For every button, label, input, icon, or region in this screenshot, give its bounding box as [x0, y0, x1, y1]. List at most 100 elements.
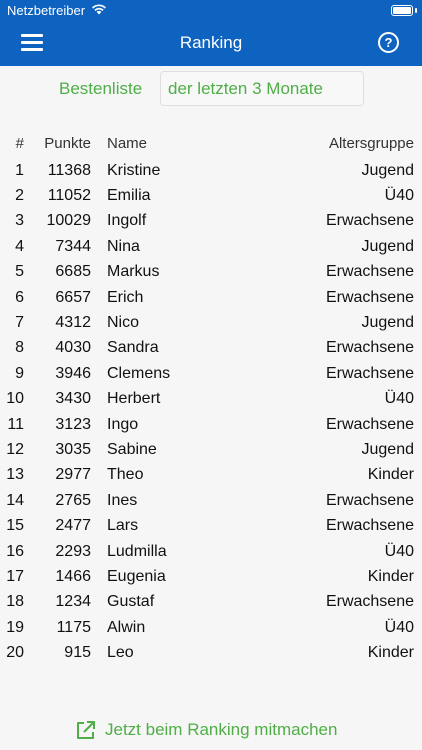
rank-cell: 3 [15, 212, 24, 230]
rank-cell: 16 [6, 542, 24, 560]
age-group-cell: Erwachsene [325, 212, 414, 230]
table-row: 6 6657 Erich Erwachsene [0, 285, 422, 310]
name-cell: Alwin [107, 618, 146, 636]
points-cell: 6685 [55, 263, 91, 281]
name-cell: Ingo [107, 415, 139, 433]
battery-cap [415, 8, 417, 13]
name-cell: Sandra [107, 339, 159, 357]
name-cell: Leo [107, 644, 134, 662]
period-selector[interactable]: der letzten 3 Monate [160, 71, 364, 106]
name-cell: Emilia [107, 187, 151, 205]
rank-cell: 15 [6, 517, 24, 535]
name-cell: Kristine [107, 161, 161, 179]
name-cell: Sabine [107, 440, 157, 458]
name-cell: Herbert [107, 390, 161, 408]
points-cell: 11052 [47, 187, 91, 205]
join-ranking-label: Jetzt beim Ranking mitmachen [105, 720, 338, 739]
name-cell: Clemens [107, 364, 171, 382]
rank-cell: 7 [15, 314, 24, 332]
points-cell: 7344 [55, 237, 91, 255]
age-group-cell: Jugend [361, 314, 415, 332]
points-cell: 1466 [55, 567, 91, 585]
points-cell: 1234 [55, 593, 91, 611]
name-cell: Markus [107, 263, 160, 281]
help-button[interactable]: ? [378, 32, 399, 53]
points-cell: 2477 [55, 517, 91, 535]
rank-cell: 11 [7, 415, 24, 433]
points-cell: 2765 [55, 491, 91, 509]
age-group-cell: Ü40 [384, 390, 414, 408]
age-group-cell: Kinder [367, 644, 414, 662]
rank-cell: 10 [6, 390, 24, 408]
age-group-cell: Erwachsene [325, 339, 414, 357]
page-title: Ranking [179, 33, 243, 52]
name-cell: Theo [107, 466, 144, 484]
age-group-cell: Erwachsene [325, 263, 414, 281]
table-row: 9 3946 Clemens Erwachsene [0, 361, 422, 386]
carrier-name: Netzbetreiber [7, 3, 86, 18]
join-ranking-link[interactable]: Jetzt beim Ranking mitmachen [75, 718, 337, 742]
rank-cell: 14 [6, 491, 24, 509]
rank-cell: 2 [15, 187, 24, 205]
table-row: 7 4312 Nico Jugend [0, 310, 422, 335]
age-group-cell: Erwachsene [325, 491, 414, 509]
table-row: 4 7344 Nina Jugend [0, 234, 422, 259]
table-row: 19 1175 Alwin Ü40 [0, 615, 422, 640]
rank-cell: 20 [6, 644, 24, 662]
age-group-cell: Erwachsene [325, 593, 414, 611]
rank-cell: 4 [15, 237, 24, 255]
rank-cell: 6 [15, 288, 24, 306]
name-cell: Nico [107, 314, 140, 332]
age-group-cell: Erwachsene [325, 288, 414, 306]
points-cell: 2293 [55, 542, 91, 560]
points-cell: 6657 [55, 288, 91, 306]
rank-cell: 12 [6, 440, 24, 458]
age-group-cell: Ü40 [384, 542, 414, 560]
points-cell: 4030 [55, 339, 91, 357]
points-cell: 3035 [55, 440, 91, 458]
name-cell: Lars [107, 517, 139, 535]
table-row: 10 3430 Herbert Ü40 [0, 387, 422, 412]
points-cell: 915 [64, 644, 91, 662]
navigation-bar: Ranking ? [0, 20, 422, 66]
table-row: 14 2765 Ines Erwachsene [0, 488, 422, 513]
header-rank: # [15, 134, 24, 152]
status-bar: Netzbetreiber [0, 0, 422, 20]
table-row: 8 4030 Sandra Erwachsene [0, 336, 422, 361]
rank-cell: 1 [15, 161, 24, 179]
table-row: 12 3035 Sabine Jugend [0, 437, 422, 462]
age-group-cell: Kinder [367, 466, 414, 484]
age-group-cell: Kinder [367, 567, 414, 585]
name-cell: Erich [107, 288, 144, 306]
table-row: 11 3123 Ingo Erwachsene [0, 412, 422, 437]
external-link-icon [77, 720, 95, 739]
table-row: 18 1234 Gustaf Erwachsene [0, 590, 422, 615]
table-row: 13 2977 Theo Kinder [0, 463, 422, 488]
rank-cell: 17 [6, 567, 24, 585]
leaderboard-label: Bestenliste [59, 79, 143, 98]
rank-cell: 13 [6, 466, 24, 484]
name-cell: Ludmilla [107, 542, 167, 560]
name-cell: Ingolf [107, 212, 147, 230]
table-row: 17 1466 Eugenia Kinder [0, 564, 422, 589]
points-cell: 3946 [55, 364, 91, 382]
rank-cell: 5 [15, 263, 24, 281]
points-cell: 1175 [56, 618, 91, 636]
rank-cell: 19 [6, 618, 24, 636]
age-group-cell: Erwachsene [325, 415, 414, 433]
age-group-cell: Erwachsene [325, 517, 414, 535]
age-group-cell: Ü40 [384, 187, 414, 205]
table-row: 3 10029 Ingolf Erwachsene [0, 209, 422, 234]
points-cell: 4312 [55, 314, 91, 332]
wifi-icon [92, 4, 106, 15]
table-row: 1 11368 Kristine Jugend [0, 158, 422, 183]
table-header-row: # Punkte Name Altersgruppe [0, 128, 422, 158]
table-row: 15 2477 Lars Erwachsene [0, 513, 422, 538]
header-age-group: Altersgruppe [328, 134, 414, 152]
name-cell: Eugenia [107, 567, 166, 585]
age-group-cell: Jugend [361, 237, 415, 255]
age-group-cell: Jugend [361, 161, 415, 179]
points-cell: 10029 [46, 212, 92, 230]
table-row: 2 11052 Emilia Ü40 [0, 183, 422, 208]
name-cell: Ines [107, 491, 138, 509]
